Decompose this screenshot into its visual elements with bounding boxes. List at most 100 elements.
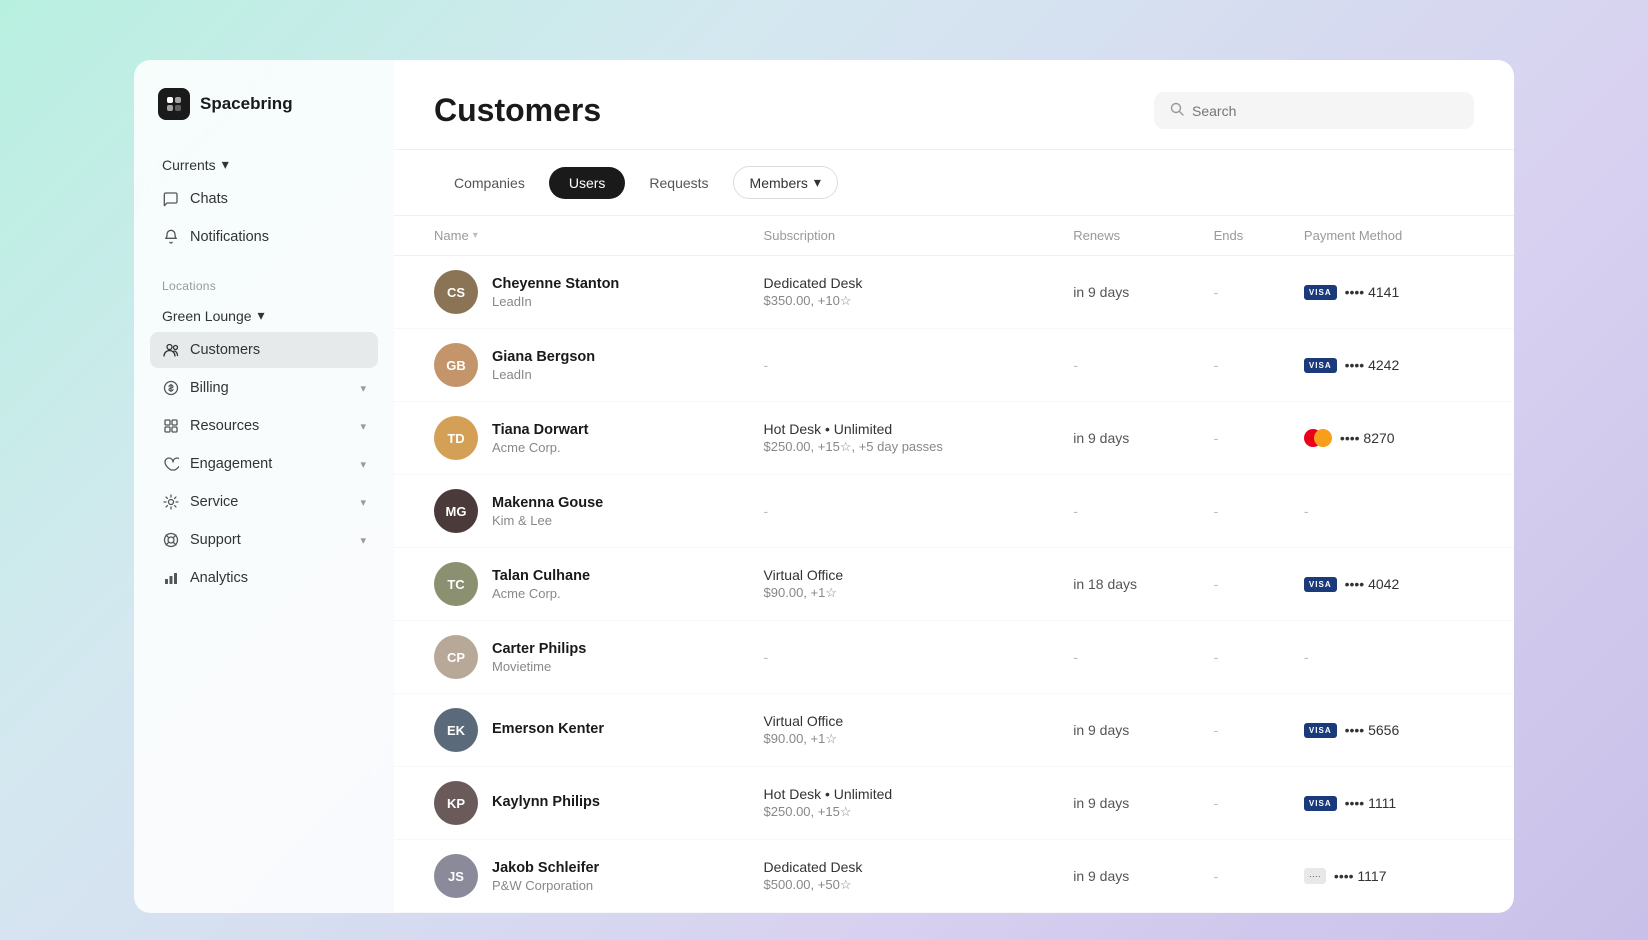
sidebar-item-label: Service [190, 494, 238, 510]
table-row[interactable]: CS Cheyenne Stanton LeadIn Dedicated Des… [394, 256, 1514, 329]
table-row[interactable]: EK Emerson Kenter Virtual Office$90.00, … [394, 694, 1514, 767]
logo-area: Spacebring [150, 88, 378, 120]
customer-ends-cell: - [1198, 621, 1288, 694]
sidebar-item-label: Billing [190, 380, 229, 396]
customer-ends-cell: - [1198, 475, 1288, 548]
sidebar-item-support[interactable]: Support ▾ [150, 522, 378, 558]
table-row[interactable]: JS Jakob Schleifer P&W Corporation Dedic… [394, 840, 1514, 913]
customer-subscription-cell: - [748, 329, 1058, 402]
customer-subscription-cell: - [748, 475, 1058, 548]
sidebar-item-billing[interactable]: Billing ▾ [150, 370, 378, 406]
customer-payment-cell: VISA •••• 1111 [1288, 767, 1514, 840]
sidebar-item-label: Analytics [190, 570, 248, 586]
customer-subscription-cell: - [748, 621, 1058, 694]
col-ends: Ends [1198, 216, 1288, 256]
app-name: Spacebring [200, 94, 293, 114]
sidebar-item-label: Resources [190, 418, 259, 434]
notifications-icon [162, 228, 180, 246]
customer-ends-cell: - [1198, 840, 1288, 913]
customer-renews-cell: - [1057, 475, 1197, 548]
sidebar-item-label: Engagement [190, 456, 272, 472]
table-row[interactable]: TC Talan Culhane Acme Corp. Virtual Offi… [394, 548, 1514, 621]
customer-renews-cell: in 9 days [1057, 840, 1197, 913]
sidebar-item-label: Support [190, 532, 241, 548]
customer-subscription-cell: Virtual Office$90.00, +1☆ [748, 548, 1058, 621]
tabs-bar: Companies Users Requests Members ▾ [394, 150, 1514, 216]
nav-currents-item[interactable]: Currents ▾ [150, 148, 378, 181]
customer-payment-cell: VISA •••• 4042 [1288, 548, 1514, 621]
customer-renews-cell: - [1057, 329, 1197, 402]
sidebar-item-engagement[interactable]: Engagement ▾ [150, 446, 378, 482]
table-row[interactable]: CP Carter Philips Movietime - - - - [394, 621, 1514, 694]
customer-ends-cell: - [1198, 767, 1288, 840]
customer-ends-cell: - [1198, 694, 1288, 767]
search-box[interactable] [1154, 92, 1474, 129]
analytics-icon [162, 569, 180, 587]
search-icon [1170, 102, 1184, 119]
main-header: Customers [394, 60, 1514, 150]
customer-renews-cell: - [1057, 621, 1197, 694]
col-name: Name ▾ [394, 216, 748, 256]
customer-subscription-cell: Dedicated Desk$350.00, +10☆ [748, 256, 1058, 329]
customer-ends-cell: - [1198, 402, 1288, 475]
tab-companies[interactable]: Companies [434, 167, 545, 199]
customer-payment-cell: VISA •••• 4141 [1288, 256, 1514, 329]
customer-name-cell: KP Kaylynn Philips [394, 767, 748, 840]
nav-section-label: Locations [150, 263, 378, 299]
chats-icon [162, 190, 180, 208]
table-row[interactable]: GB Giana Bergson LeadIn - - - VISA •••• … [394, 329, 1514, 402]
customer-name-cell: TD Tiana Dorwart Acme Corp. [394, 402, 748, 475]
service-icon [162, 493, 180, 511]
support-chevron-icon: ▾ [360, 534, 366, 547]
tab-requests[interactable]: Requests [629, 167, 728, 199]
search-input[interactable] [1192, 103, 1458, 119]
sidebar-item-resources[interactable]: Resources ▾ [150, 408, 378, 444]
customer-name-cell: GB Giana Bergson LeadIn [394, 329, 748, 402]
location-name: Green Lounge [162, 308, 252, 324]
tab-members[interactable]: Members ▾ [733, 166, 838, 199]
sidebar-item-chats[interactable]: Chats [150, 181, 378, 217]
page-title: Customers [434, 92, 601, 129]
tab-users[interactable]: Users [549, 167, 626, 199]
sidebar: Spacebring Currents ▾ Chats [134, 60, 394, 913]
table-row[interactable]: KP Kaylynn Philips Hot Desk • Unlimited$… [394, 767, 1514, 840]
nav-currents-section: Currents ▾ Chats Notification [150, 148, 378, 255]
customer-subscription-cell: Hot Desk • Unlimited$250.00, +15☆, +5 da… [748, 402, 1058, 475]
billing-chevron-icon: ▾ [360, 382, 366, 395]
customer-payment-cell: - [1288, 621, 1514, 694]
sidebar-item-label: Customers [190, 342, 260, 358]
customer-name-cell: EK Emerson Kenter [394, 694, 748, 767]
customer-ends-cell: - [1198, 329, 1288, 402]
resources-icon [162, 417, 180, 435]
resources-chevron-icon: ▾ [360, 420, 366, 433]
col-renews: Renews [1057, 216, 1197, 256]
customer-ends-cell: - [1198, 256, 1288, 329]
customer-name-cell: CP Carter Philips Movietime [394, 621, 748, 694]
sidebar-item-analytics[interactable]: Analytics [150, 560, 378, 596]
table-header-row: Name ▾ Subscription Renews Ends Payment … [394, 216, 1514, 256]
app-logo-icon [158, 88, 190, 120]
table-row[interactable]: MG Makenna Gouse Kim & Lee - - - - [394, 475, 1514, 548]
customer-renews-cell: in 9 days [1057, 402, 1197, 475]
app-window: Spacebring Currents ▾ Chats [134, 60, 1514, 913]
customer-renews-cell: in 9 days [1057, 694, 1197, 767]
sidebar-item-customers[interactable]: Customers [150, 332, 378, 368]
members-chevron-icon: ▾ [814, 174, 821, 191]
currents-chevron-icon: ▾ [222, 156, 229, 173]
customers-table: Name ▾ Subscription Renews Ends Payment … [394, 216, 1514, 913]
customer-renews-cell: in 18 days [1057, 548, 1197, 621]
location-chevron-icon: ▾ [258, 307, 265, 324]
sidebar-item-label: Chats [190, 191, 228, 207]
customer-name-cell: JS Jakob Schleifer P&W Corporation [394, 840, 748, 913]
sidebar-item-service[interactable]: Service ▾ [150, 484, 378, 520]
sidebar-item-label: Notifications [190, 229, 269, 245]
billing-icon [162, 379, 180, 397]
customer-ends-cell: - [1198, 548, 1288, 621]
sidebar-item-notifications[interactable]: Notifications [150, 219, 378, 255]
table-row[interactable]: TD Tiana Dorwart Acme Corp. Hot Desk • U… [394, 402, 1514, 475]
customer-payment-cell: - [1288, 475, 1514, 548]
sidebar-location-item[interactable]: Green Lounge ▾ [150, 299, 378, 332]
support-icon [162, 531, 180, 549]
customer-subscription-cell: Dedicated Desk$500.00, +50☆ [748, 840, 1058, 913]
engagement-chevron-icon: ▾ [360, 458, 366, 471]
